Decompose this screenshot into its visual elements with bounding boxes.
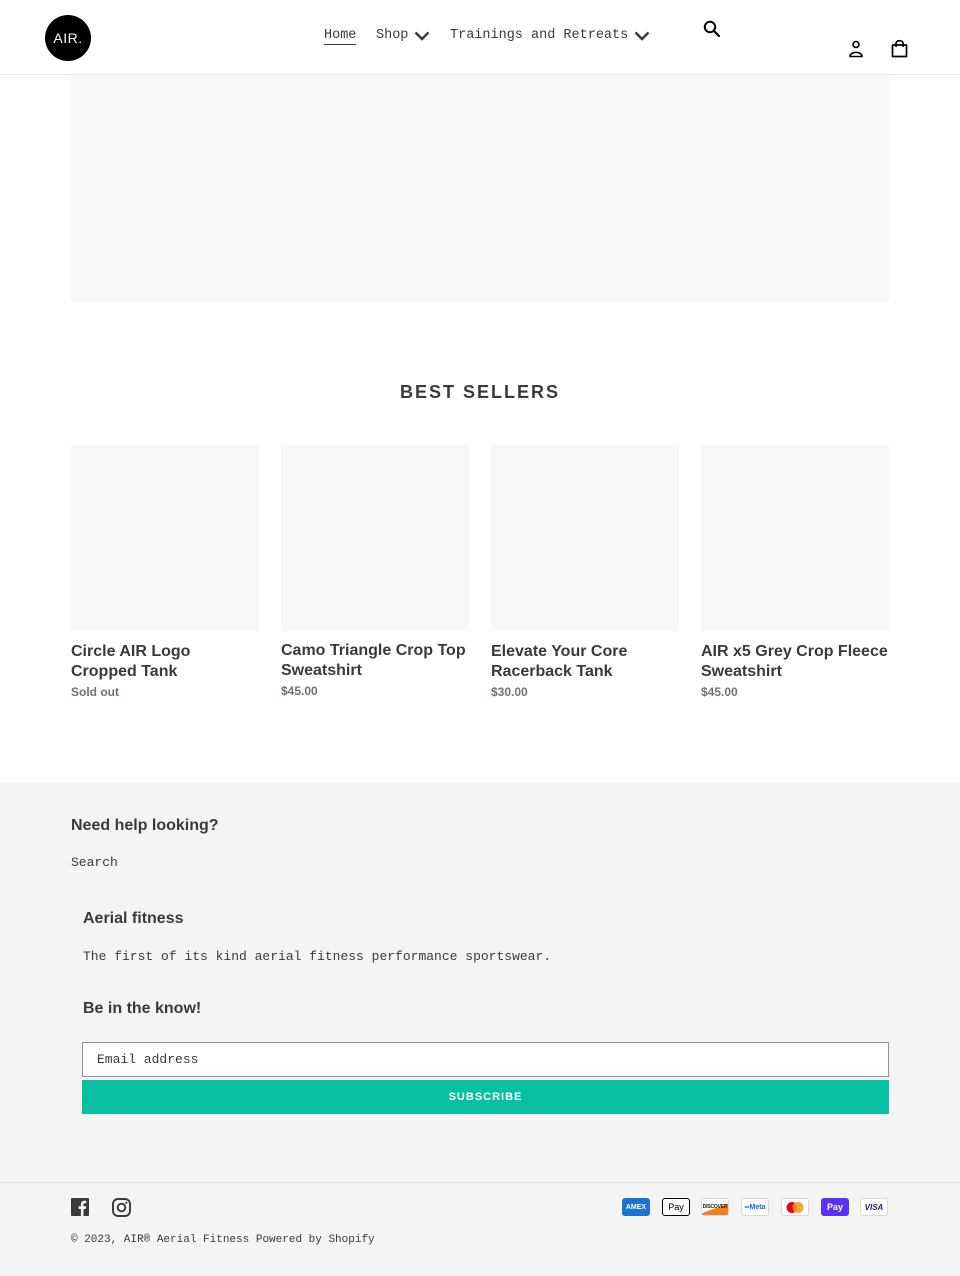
nav-item-trainings[interactable]: Trainings and Retreats [450,28,650,43]
copyright-link[interactable]: © 2023, AIR® Aerial Fitness [71,1234,249,1246]
footer-divider [0,1182,960,1183]
product-image[interactable] [701,445,889,631]
product-title[interactable]: Circle AIR Logo Cropped Tank [71,642,259,682]
product-image[interactable] [71,445,259,631]
search-icon [703,20,721,38]
nav-item-shop[interactable]: Shop [376,28,430,43]
product-card[interactable]: Camo Triangle Crop Top Sweatshirt $45.00 [281,445,469,698]
facebook-icon [71,1198,89,1216]
copyright: © 2023, AIR® Aerial Fitness Powered by S… [71,1234,375,1246]
air-logo[interactable]: AIR. [45,15,91,61]
nav-item-home[interactable]: Home [324,28,357,45]
nav-home-label: Home [324,28,357,45]
site-header: AIR. Home Shop Trainings and Retreats [0,0,960,75]
help-heading: Need help looking? [71,817,219,834]
meta-pay-icon: ∞Meta [741,1198,769,1216]
shop-pay-icon: Pay [821,1198,849,1216]
chevron-down-icon [415,31,430,41]
product-price: Sold out [71,685,119,699]
footer-search-link[interactable]: Search [71,855,118,870]
search-button[interactable] [703,20,721,38]
best-sellers-heading: BEST SELLERS [399,382,561,402]
product-title[interactable]: AIR x5 Grey Crop Fleece Sweatshirt [701,642,889,682]
product-card[interactable]: Circle AIR Logo Cropped Tank Sold out [71,445,259,699]
product-price: $45.00 [701,685,738,699]
hero-image-placeholder [71,75,889,301]
visa-icon: VISA [860,1198,888,1216]
product-card[interactable]: AIR x5 Grey Crop Fleece Sweatshirt $45.0… [701,445,889,699]
account-icon [849,40,863,58]
cart-button[interactable] [891,39,908,58]
product-image[interactable] [491,445,679,631]
product-image[interactable] [281,445,469,631]
newsletter-heading: Be in the know! [83,1000,202,1017]
powered-by-shopify-link[interactable]: Powered by Shopify [256,1234,375,1246]
discover-icon: DISCOVER [701,1198,729,1216]
account-button[interactable] [848,40,864,58]
about-heading: Aerial fitness [83,910,184,927]
instagram-icon [112,1198,131,1217]
product-price: $30.00 [491,685,528,699]
site-footer: Need help looking? Search Aerial fitness… [0,782,960,1276]
amex-icon: AMEX [622,1198,650,1216]
apple-pay-icon: Pay [662,1198,690,1216]
product-title[interactable]: Camo Triangle Crop Top Sweatshirt [281,641,469,681]
mastercard-icon [781,1198,809,1216]
chevron-down-icon [634,31,650,41]
about-text: The first of its kind aerial fitness per… [83,949,552,964]
email-input[interactable] [82,1042,889,1077]
product-price: $45.00 [281,684,318,698]
product-title[interactable]: Elevate Your Core Racerback Tank [491,642,679,682]
subscribe-button[interactable]: SUBSCRIBE [82,1080,889,1114]
facebook-link[interactable] [71,1198,91,1218]
nav-trainings-label: Trainings and Retreats [450,28,629,43]
product-card[interactable]: Elevate Your Core Racerback Tank $30.00 [491,445,679,699]
nav-shop-label: Shop [376,28,409,43]
cart-icon [891,39,908,58]
instagram-link[interactable] [112,1198,132,1218]
